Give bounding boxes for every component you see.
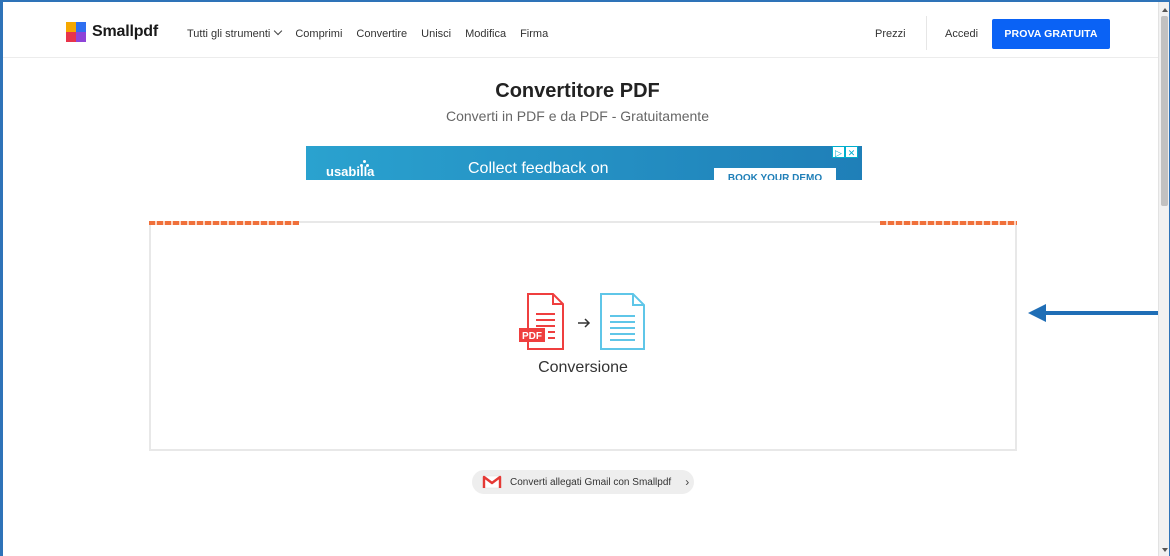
ad-banner[interactable]: usabilla Collect feedback on BOOK YOUR D…: [306, 146, 862, 180]
nav-merge[interactable]: Unisci: [421, 28, 451, 40]
gmail-icon: [482, 475, 502, 489]
main-nav: Tutti gli strumenti Comprimi Convertire …: [187, 26, 548, 40]
login-link[interactable]: Accedi: [945, 28, 978, 40]
top-navbar: Smallpdf Tutti gli strumenti Comprimi Co…: [3, 2, 1158, 58]
page-title: Convertitore PDF: [495, 80, 660, 102]
nav-convert[interactable]: Convertire: [356, 28, 407, 40]
dropzone-accent-left: [149, 221, 299, 225]
chevron-right-icon: ›: [685, 475, 690, 489]
ad-choices-icon: ▷: [832, 146, 845, 158]
vertical-scrollbar[interactable]: [1158, 2, 1169, 556]
ad-headline: Collect feedback on: [468, 160, 609, 177]
chevron-down-icon: [274, 26, 283, 36]
nav-all-tools-label: Tutti gli strumenti: [187, 28, 271, 40]
annotation-arrow-line: [1044, 311, 1170, 315]
smallpdf-logo-icon: [66, 22, 86, 42]
nav-compress[interactable]: Comprimi: [295, 28, 342, 40]
scroll-up-icon[interactable]: [1162, 8, 1168, 12]
brand-logo[interactable]: Smallpdf: [66, 22, 158, 42]
ad-close-icon[interactable]: ✕: [845, 146, 858, 158]
scroll-down-icon[interactable]: [1162, 548, 1168, 552]
conversion-illustration: PDF: [519, 293, 645, 350]
dropzone-accent-right: [880, 221, 1017, 225]
brand-name: Smallpdf: [92, 23, 158, 40]
ad-cta-button[interactable]: BOOK YOUR DEMO: [714, 168, 836, 180]
page-subtitle: Converti in PDF e da PDF - Gratuitamente: [446, 108, 709, 124]
document-file-icon: [600, 293, 645, 350]
ad-brand: usabilla: [326, 164, 375, 179]
scrollbar-thumb[interactable]: [1161, 16, 1168, 206]
nav-edit[interactable]: Modifica: [465, 28, 506, 40]
free-trial-button[interactable]: PROVA GRATUITA: [992, 19, 1110, 49]
nav-prices[interactable]: Prezzi: [875, 28, 906, 40]
dropzone-label: Conversione: [538, 359, 628, 376]
nav-all-tools[interactable]: Tutti gli strumenti: [187, 26, 283, 40]
nav-divider: [926, 16, 927, 50]
pdf-badge-text: PDF: [522, 331, 542, 342]
ad-choices-badge[interactable]: ▷ ✕: [832, 146, 858, 158]
gmail-attachments-link[interactable]: Converti allegati Gmail con Smallpdf ›: [472, 470, 694, 494]
gmail-link-label: Converti allegati Gmail con Smallpdf: [510, 476, 672, 488]
arrow-right-icon: [578, 318, 591, 328]
nav-sign[interactable]: Firma: [520, 28, 548, 40]
